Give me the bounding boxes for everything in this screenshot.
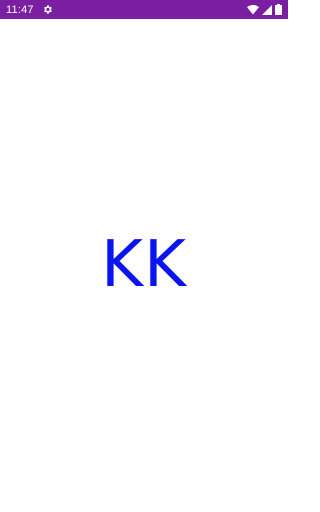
status-time: 11:47 xyxy=(6,3,34,16)
wifi-icon xyxy=(247,4,259,15)
status-bar: 11:47 xyxy=(0,0,288,19)
cell-signal-icon xyxy=(262,4,272,15)
settings-gear-icon xyxy=(42,4,53,15)
battery-icon xyxy=(275,4,282,15)
splash-title: KK xyxy=(101,228,187,302)
splash-screen: KK xyxy=(0,19,288,512)
status-bar-right xyxy=(247,4,282,15)
status-bar-left: 11:47 xyxy=(6,4,53,16)
